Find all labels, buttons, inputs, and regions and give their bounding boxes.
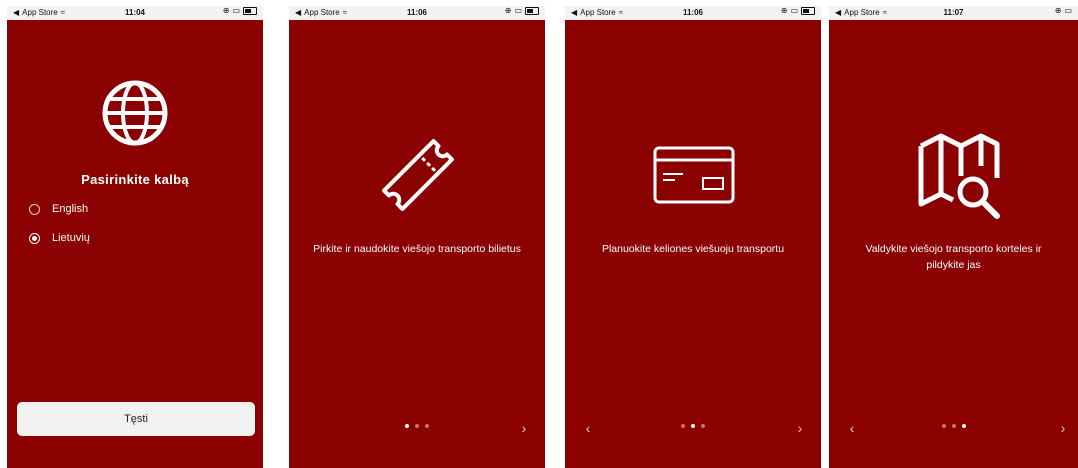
onboarding-caption: Planuokite keliones viešuoju transportu [601, 243, 785, 255]
lock-rotation-icon: ⊕ [1054, 6, 1062, 15]
page-dot-1 [941, 424, 946, 428]
status-time: 11:07 [943, 8, 964, 17]
ticket-icon [382, 139, 454, 211]
status-bar: ◀ App Store ≈ 11:06 ⊕ ▭ [289, 6, 545, 20]
radio-lithuanian[interactable] [29, 232, 40, 244]
screen-mirror-icon: ▭ [514, 6, 522, 15]
prev-arrow-icon[interactable]: ‹ [845, 420, 859, 436]
language-screen: ◀ App Store ≈ 11:04 ⊕ ▭ Pasirinkite kalbą E… [7, 6, 263, 468]
next-arrow-icon[interactable]: › [1056, 420, 1070, 436]
continue-button[interactable]: Tęsti [17, 402, 255, 436]
lock-rotation-icon: ⊕ [222, 6, 230, 15]
status-bar: ◀ App Store ≈ 11:06 ⊕ ▭ [565, 6, 821, 20]
next-arrow-icon[interactable]: › [517, 420, 531, 436]
radio-english[interactable] [29, 203, 40, 215]
battery-icon [525, 7, 539, 15]
page-dot-3 [425, 424, 429, 428]
screen-mirror-icon: ▭ [1064, 6, 1072, 15]
onboarding-caption: Valdykite viešojo transporto korteles ir… [865, 243, 1042, 271]
page-dot-2 [415, 424, 419, 428]
status-bar: ◀ App Store ≈ 11:04 ⊕ ▭ [7, 6, 263, 20]
screen-mirror-icon: ▭ [790, 6, 798, 15]
screen-mirror-icon: ▭ [232, 6, 240, 15]
language-option-lithuanian[interactable]: Lietuvių [29, 232, 90, 244]
option-label-english: English [52, 203, 89, 215]
language-option-english[interactable]: English [29, 203, 88, 215]
page-dot-3 [961, 424, 966, 428]
page-indicator [289, 424, 545, 428]
page-indicator [829, 424, 1078, 428]
globe-icon [102, 80, 168, 146]
onboarding-tickets-screen: ◀ App Store ≈ 11:06 ⊕ ▭ Pirkite ir naudokit… [289, 6, 545, 468]
prev-arrow-icon[interactable]: ‹ [581, 420, 595, 436]
onboarding-cards-screen: ◀ App Store ≈ 11:07 ⊕ ▭ Valdykite viešojo t… [829, 6, 1078, 468]
page-dot-3 [701, 424, 705, 428]
battery-icon [801, 7, 815, 15]
page-dot-1 [681, 424, 685, 428]
lock-rotation-icon: ⊕ [780, 6, 788, 15]
battery-icon [243, 7, 257, 15]
page-indicator [565, 424, 821, 428]
language-title: Pasirinkite kalbą [81, 172, 189, 187]
page-dot-2 [951, 424, 956, 428]
onboarding-plan-screen: ◀ App Store ≈ 11:06 ⊕ ▭ Planuokite keliones… [565, 6, 821, 468]
onboarding-caption: Pirkite ir naudokite viešojo transporto … [313, 243, 521, 255]
page-dot-2 [691, 424, 695, 428]
option-label-lithuanian: Lietuvių [52, 232, 90, 244]
page-dot-1 [405, 424, 409, 428]
next-arrow-icon[interactable]: › [793, 420, 807, 436]
lock-rotation-icon: ⊕ [504, 6, 512, 15]
card-icon [653, 146, 735, 204]
map-search-icon [918, 133, 1000, 219]
status-bar: ◀ App Store ≈ 11:07 ⊕ ▭ [829, 6, 1078, 20]
